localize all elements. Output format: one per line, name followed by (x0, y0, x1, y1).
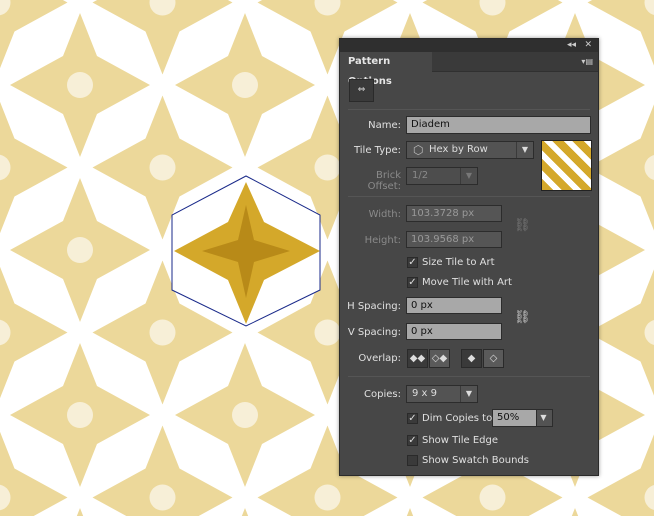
dim-copies-label: Dim Copies to: (422, 413, 496, 424)
link-spacing-icon[interactable]: ⛓ (514, 310, 531, 325)
chevron-down-icon: ▼ (516, 142, 533, 158)
chevron-down-icon: ▼ (540, 413, 547, 422)
pattern-options-panel: ◂◂ ✕ Pattern Options ▾▤ ⇔ Name: Diadem T… (339, 38, 599, 476)
chevron-down-icon: ▼ (460, 386, 477, 402)
tile-type-dropdown[interactable]: ⬡ Hex by Row ▼ (406, 141, 534, 159)
swatch-preview (541, 140, 592, 191)
tile-type-value: Hex by Row (429, 144, 488, 155)
height-input[interactable]: 103.9568 px (406, 231, 502, 248)
h-spacing-input[interactable]: 0 px (406, 297, 502, 314)
move-tile-with-art-label: Move Tile with Art (422, 277, 512, 288)
overlap-label: Overlap: (358, 353, 401, 364)
double-chevron-left-icon[interactable]: ◂◂ (567, 39, 576, 52)
height-label: Height: (364, 235, 401, 246)
hexagon-icon: ⬡ (413, 143, 424, 157)
size-tile-to-art-label: Size Tile to Art (422, 257, 495, 268)
copies-dropdown[interactable]: 9 x 9 ▼ (406, 385, 478, 403)
brick-offset-value: 1/2 (412, 170, 429, 181)
name-input[interactable]: Diadem (406, 116, 591, 134)
show-swatch-bounds-checkbox[interactable] (407, 455, 418, 466)
brick-offset-dropdown[interactable]: 1/2 ▼ (406, 167, 478, 185)
h-spacing-label: H Spacing: (347, 301, 401, 312)
panel-titlebar[interactable]: ◂◂ ✕ (340, 39, 598, 52)
copies-label: Copies: (364, 389, 401, 400)
v-spacing-label: V Spacing: (347, 327, 401, 338)
overlap-left-in-front-button[interactable]: ◆◆ (407, 349, 428, 368)
dim-copies-checkbox[interactable]: ✓ (407, 413, 418, 424)
v-spacing-input[interactable]: 0 px (406, 323, 502, 340)
brick-offset-label: Brick Offset: (367, 170, 401, 192)
copies-value: 9 x 9 (412, 388, 437, 399)
overlap-top-in-front-button[interactable]: ◆ (461, 349, 482, 368)
panel-menu-icon[interactable]: ▾▤ (581, 57, 593, 66)
size-tile-to-art-checkbox[interactable]: ✓ (407, 257, 418, 268)
overlap-bottom-in-front-button[interactable]: ◇ (483, 349, 504, 368)
name-label: Name: (368, 120, 401, 131)
overlap-right-in-front-button[interactable]: ◇◆ (429, 349, 450, 368)
tab-pattern-options[interactable]: Pattern Options (340, 52, 432, 87)
width-input[interactable]: 103.3728 px (406, 205, 502, 222)
show-swatch-bounds-label: Show Swatch Bounds (422, 455, 529, 466)
pattern-tile-tool-icon[interactable]: ⇔ (349, 79, 374, 102)
close-icon[interactable]: ✕ (584, 39, 592, 52)
width-label: Width: (368, 209, 401, 220)
move-tile-with-art-checkbox[interactable]: ✓ (407, 277, 418, 288)
chevron-down-icon: ▼ (460, 168, 477, 184)
dim-copies-dropdown-button[interactable]: ▼ (536, 409, 553, 427)
show-tile-edge-label: Show Tile Edge (422, 435, 499, 446)
tile-type-label: Tile Type: (353, 145, 401, 156)
show-tile-edge-checkbox[interactable]: ✓ (407, 435, 418, 446)
link-proportions-icon[interactable]: ⛓ (514, 218, 531, 233)
